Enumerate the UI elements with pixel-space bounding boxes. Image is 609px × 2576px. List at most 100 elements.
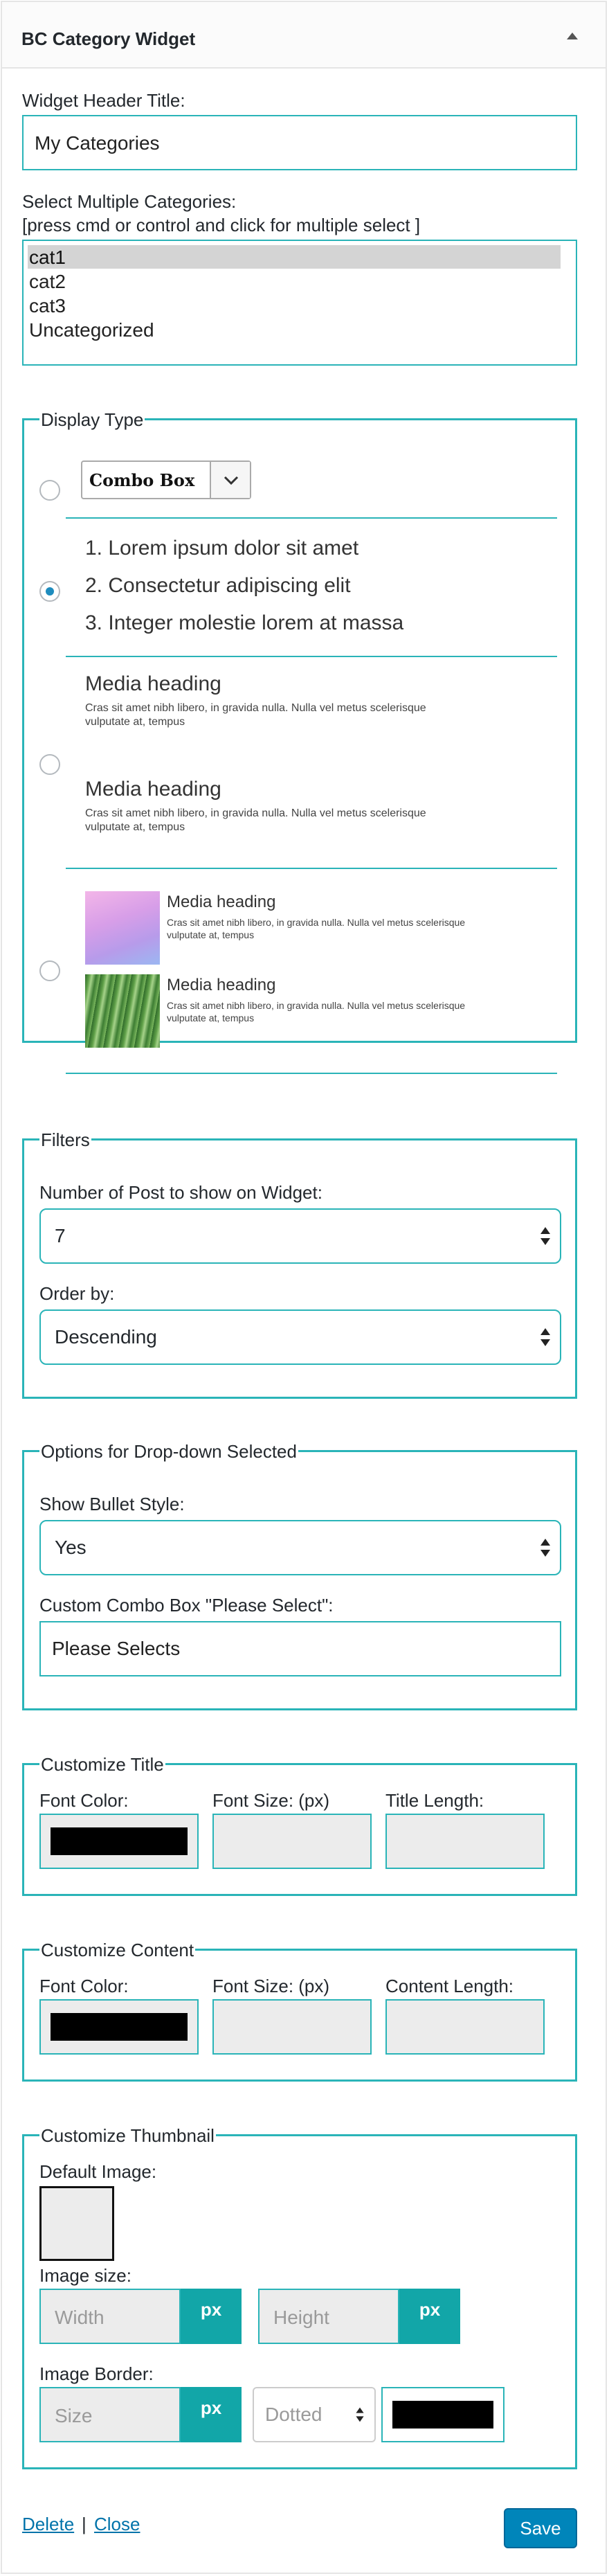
header-title-label: Widget Header Title: — [22, 90, 185, 111]
list-preview-item: 3. Integer molestie lorem at massa — [85, 611, 404, 634]
display-type-radio-list[interactable] — [39, 581, 60, 602]
media-text: vulputate at, tempus — [167, 1012, 255, 1023]
header-title-input[interactable]: My Categories — [22, 115, 577, 170]
delete-link[interactable]: Delete — [22, 2514, 74, 2535]
customize-thumbnail-fieldset: Customize Thumbnail Default Image: Image… — [22, 2125, 577, 2469]
content-length-input[interactable] — [385, 1999, 545, 2055]
combo-placeholder-input[interactable]: Please Selects — [39, 1621, 561, 1676]
list-preview-item: 1. Lorem ipsum dolor sit amet — [85, 537, 359, 560]
divider — [66, 868, 557, 869]
dropdown-options-legend: Options for Drop-down Selected — [39, 1441, 298, 1463]
title-color-swatch — [51, 1827, 188, 1855]
customize-thumbnail-legend: Customize Thumbnail — [39, 2125, 216, 2147]
content-color-picker[interactable] — [39, 1999, 199, 2055]
media-text: vulputate at, tempus — [85, 821, 185, 833]
lavender-thumbnail-image — [85, 891, 160, 965]
save-button[interactable]: Save — [504, 2508, 577, 2548]
select-arrows-icon — [540, 1227, 550, 1245]
display-type-fieldset: Display Type Combo Box 1. Lorem ipsum do… — [22, 409, 577, 1074]
image-border-label: Image Border: — [39, 2363, 154, 2384]
order-by-value: Descending — [55, 1326, 157, 1348]
category-option[interactable]: cat1 — [29, 247, 66, 269]
title-font-size-label: Font Size: (px) — [212, 1790, 330, 1811]
category-option[interactable]: Uncategorized — [29, 319, 154, 341]
media-text: Cras sit amet nibh libero, in gravida nu… — [85, 702, 426, 714]
content-length-label: Content Length: — [385, 1976, 514, 1996]
filters-fieldset: Filters Number of Post to show on Widget… — [22, 1129, 577, 1399]
image-size-label: Image size: — [39, 2265, 131, 2286]
border-color-picker[interactable] — [381, 2387, 505, 2442]
customize-title-legend: Customize Title — [39, 1754, 165, 1776]
chevron-down-icon — [210, 462, 250, 498]
close-link[interactable]: Close — [94, 2514, 140, 2535]
widget-title: BC Category Widget — [21, 28, 196, 49]
grass-thumbnail-image — [85, 974, 160, 1048]
media-text: Cras sit amet nibh libero, in gravida nu… — [85, 807, 426, 819]
display-type-radio-thumbnail[interactable] — [39, 960, 60, 981]
selected-option-highlight — [28, 245, 561, 269]
categories-multiselect[interactable]: cat1 cat2 cat3 Uncategorized — [22, 240, 577, 366]
height-placeholder: Height — [273, 2307, 329, 2328]
divider — [66, 656, 557, 657]
content-font-size-input[interactable] — [212, 1999, 372, 2055]
media-heading: Media heading — [167, 893, 276, 911]
footer-separator: | — [82, 2514, 87, 2534]
combo-box-preview-label: Combo Box — [89, 470, 195, 490]
media-heading: Media heading — [167, 976, 276, 994]
content-font-color-label: Font Color: — [39, 1976, 129, 1996]
title-color-picker[interactable] — [39, 1814, 199, 1869]
height-px-unit: px — [399, 2289, 460, 2344]
list-preview-item: 2. Consectetur adipiscing elit — [85, 574, 351, 597]
category-option[interactable]: cat2 — [29, 271, 66, 293]
size-placeholder: Size — [55, 2405, 93, 2426]
title-length-label: Title Length: — [385, 1790, 484, 1811]
media-text: Cras sit amet nibh libero, in gravida nu… — [167, 1000, 466, 1011]
media-text: vulputate at, tempus — [85, 716, 185, 728]
image-height-input[interactable]: Height — [258, 2289, 399, 2344]
border-size-input[interactable]: Size — [39, 2387, 181, 2442]
width-placeholder: Width — [55, 2307, 104, 2328]
posts-count-label: Number of Post to show on Widget: — [39, 1182, 322, 1203]
category-option[interactable]: cat3 — [29, 295, 66, 317]
border-px-unit: px — [181, 2387, 242, 2442]
combo-placeholder-label: Custom Combo Box "Please Select": — [39, 1595, 334, 1616]
bullet-style-select[interactable]: Yes — [39, 1520, 561, 1575]
select-arrows-icon — [540, 1328, 550, 1346]
media-heading: Media heading — [85, 672, 221, 695]
image-width-input[interactable]: Width — [39, 2289, 181, 2344]
title-length-input[interactable] — [385, 1814, 545, 1869]
display-type-radio-media[interactable] — [39, 754, 60, 775]
default-image-picker[interactable] — [39, 2186, 114, 2261]
posts-count-value: 7 — [55, 1225, 66, 1246]
divider — [66, 517, 557, 519]
title-font-color-label: Font Color: — [39, 1790, 129, 1811]
display-type-legend: Display Type — [39, 409, 145, 431]
order-by-label: Order by: — [39, 1283, 115, 1304]
border-style-value: Dotted — [265, 2404, 322, 2425]
widget-header[interactable]: BC Category Widget — [2, 2, 606, 69]
media-text: vulputate at, tempus — [167, 929, 255, 940]
bullet-style-label: Show Bullet Style: — [39, 1494, 185, 1514]
categories-label: Select Multiple Categories: — [22, 191, 237, 212]
combo-box-preview: Combo Box — [81, 460, 251, 499]
media-heading: Media heading — [85, 778, 221, 800]
posts-count-select[interactable]: 7 — [39, 1208, 561, 1264]
select-arrows-icon — [540, 1539, 550, 1557]
filters-legend: Filters — [39, 1129, 91, 1151]
width-px-unit: px — [181, 2289, 242, 2344]
categories-hint: [press cmd or control and click for mult… — [22, 215, 421, 235]
display-type-radio-combo[interactable] — [39, 480, 60, 501]
content-color-swatch — [51, 2013, 188, 2041]
content-font-size-label: Font Size: (px) — [212, 1976, 330, 1996]
select-arrows-icon — [356, 2407, 364, 2422]
customize-title-fieldset: Customize Title Font Color: Font Size: (… — [22, 1754, 577, 1896]
border-style-select[interactable]: Dotted — [253, 2387, 376, 2442]
divider — [66, 1073, 557, 1074]
collapse-caret-icon[interactable] — [567, 33, 578, 39]
order-by-select[interactable]: Descending — [39, 1309, 561, 1365]
media-text: Cras sit amet nibh libero, in gravida nu… — [167, 917, 466, 928]
customize-content-legend: Customize Content — [39, 1940, 196, 1961]
title-font-size-input[interactable] — [212, 1814, 372, 1869]
default-image-label: Default Image: — [39, 2161, 157, 2182]
dropdown-options-fieldset: Options for Drop-down Selected Show Bull… — [22, 1441, 577, 1710]
